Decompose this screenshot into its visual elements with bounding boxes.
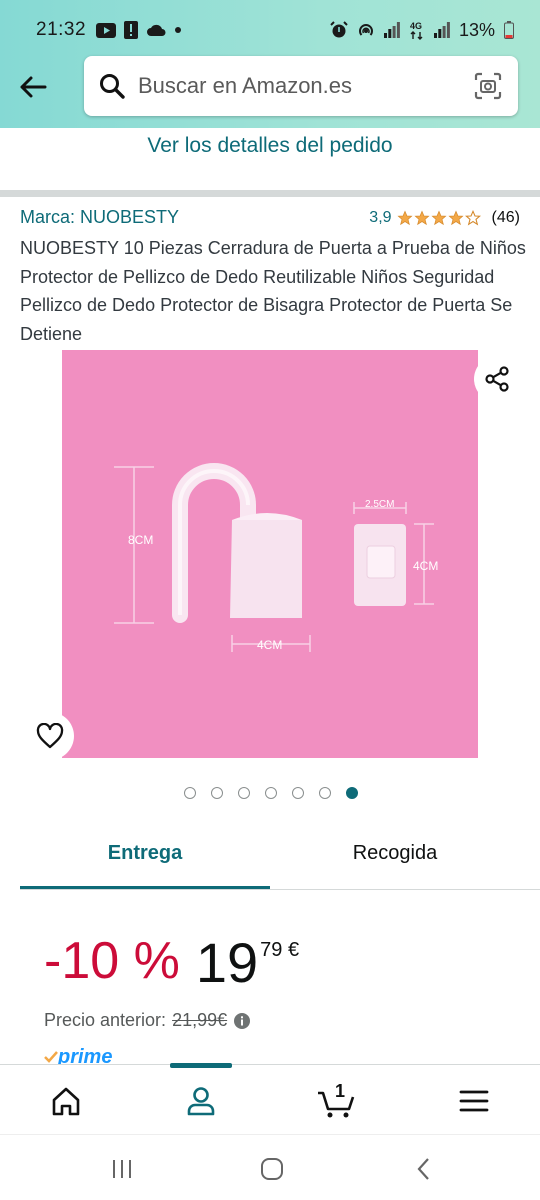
alert-icon <box>124 21 139 39</box>
back-arrow-icon[interactable] <box>16 70 50 104</box>
heart-icon <box>36 723 64 749</box>
hotspot-icon <box>358 24 373 36</box>
home-icon[interactable] <box>46 1081 86 1121</box>
status-time: 21:32 <box>36 19 87 40</box>
dot-icon <box>175 27 182 33</box>
star-full-icon <box>414 210 430 226</box>
brand-link[interactable]: Marca: NUOBESTY <box>20 207 179 228</box>
cart-count-badge: 1 <box>335 1081 346 1101</box>
home-button-icon[interactable] <box>258 1155 286 1183</box>
signal-icon <box>433 22 450 38</box>
battery-percent: 13% <box>458 19 495 40</box>
status-left-icons <box>96 21 182 39</box>
cloud-icon <box>147 24 166 36</box>
pagination-dot[interactable] <box>184 787 196 799</box>
nav-active-indicator <box>170 1063 232 1068</box>
star-rating <box>397 210 481 226</box>
search-row <box>0 56 540 120</box>
bottom-navigation: 1 <box>0 1063 540 1134</box>
star-empty-icon <box>464 210 481 226</box>
rating-count: (46) <box>491 209 520 226</box>
rating-value: 3,9 <box>369 209 392 226</box>
pagination-dot[interactable] <box>319 787 331 799</box>
pagination-dot[interactable] <box>211 787 223 799</box>
share-icon <box>485 366 509 392</box>
share-button[interactable] <box>474 356 520 402</box>
system-navigation-bar <box>0 1134 540 1200</box>
info-icon[interactable] <box>233 1012 251 1030</box>
dimension-label-4cm-right: 4CM <box>413 559 438 573</box>
previous-price-label: Precio anterior: <box>44 1010 167 1030</box>
delivery-tabs: Entrega Recogida <box>20 830 540 890</box>
tab-recogida[interactable]: Recogida <box>270 830 520 889</box>
search-icon <box>100 74 125 99</box>
dimension-label-2-5cm: 2.5CM <box>365 499 394 510</box>
price-whole: 19 <box>195 931 259 994</box>
price-block: -10 % 19 79 € <box>44 935 299 991</box>
discount-percent: -10 % <box>44 932 180 990</box>
previous-price-value: 21,99€ <box>172 1010 228 1030</box>
search-box[interactable] <box>84 56 518 116</box>
app-root: 21:32 4G 13% Buscar en Amazon.es Ver los… <box>0 0 540 1200</box>
alarm-icon <box>330 21 348 38</box>
header-background: 21:32 4G 13% <box>0 0 540 128</box>
image-pagination <box>0 787 540 799</box>
section-divider <box>0 190 540 197</box>
previous-price: Precio anterior: 21,99€ <box>44 1010 251 1031</box>
dimension-label-8cm: 8CM <box>128 533 153 547</box>
search-input[interactable] <box>138 73 458 99</box>
prime-check-icon <box>44 1051 58 1063</box>
svg-text:4G: 4G <box>410 21 422 31</box>
star-full-icon <box>431 210 447 226</box>
status-bar: 21:32 4G 13% <box>0 0 540 60</box>
menu-icon[interactable] <box>454 1081 494 1121</box>
signal-icon <box>383 22 400 38</box>
product-image[interactable]: 8CM 4CM 2.5CM 4CM <box>62 350 478 758</box>
star-full-icon <box>448 210 464 226</box>
account-icon[interactable] <box>181 1081 221 1121</box>
status-right-icons: 4G 13% <box>330 20 514 41</box>
battery-icon <box>504 21 514 39</box>
rating-summary[interactable]: 3,9 (46) <box>369 209 520 227</box>
price-fraction: 79 € <box>260 939 300 961</box>
wishlist-button[interactable] <box>26 712 74 760</box>
camera-scan-icon[interactable] <box>474 72 502 100</box>
recent-apps-icon[interactable] <box>108 1155 136 1183</box>
order-details-link[interactable]: Ver los detalles del pedido <box>0 134 540 158</box>
pagination-dot[interactable] <box>265 787 277 799</box>
product-image-drawing: 8CM 4CM 2.5CM 4CM <box>114 463 438 652</box>
dimension-label-4cm-bottom: 4CM <box>257 638 282 652</box>
youtube-icon <box>96 22 117 38</box>
back-button-icon[interactable] <box>410 1155 438 1183</box>
product-title: NUOBESTY 10 Piezas Cerradura de Puerta a… <box>20 238 526 344</box>
pagination-dot[interactable] <box>238 787 250 799</box>
pagination-dot-active[interactable] <box>346 787 358 799</box>
pagination-dot[interactable] <box>292 787 304 799</box>
star-full-icon <box>397 210 413 226</box>
tab-entrega[interactable]: Entrega <box>20 830 270 889</box>
4g-icon: 4G <box>410 21 423 40</box>
